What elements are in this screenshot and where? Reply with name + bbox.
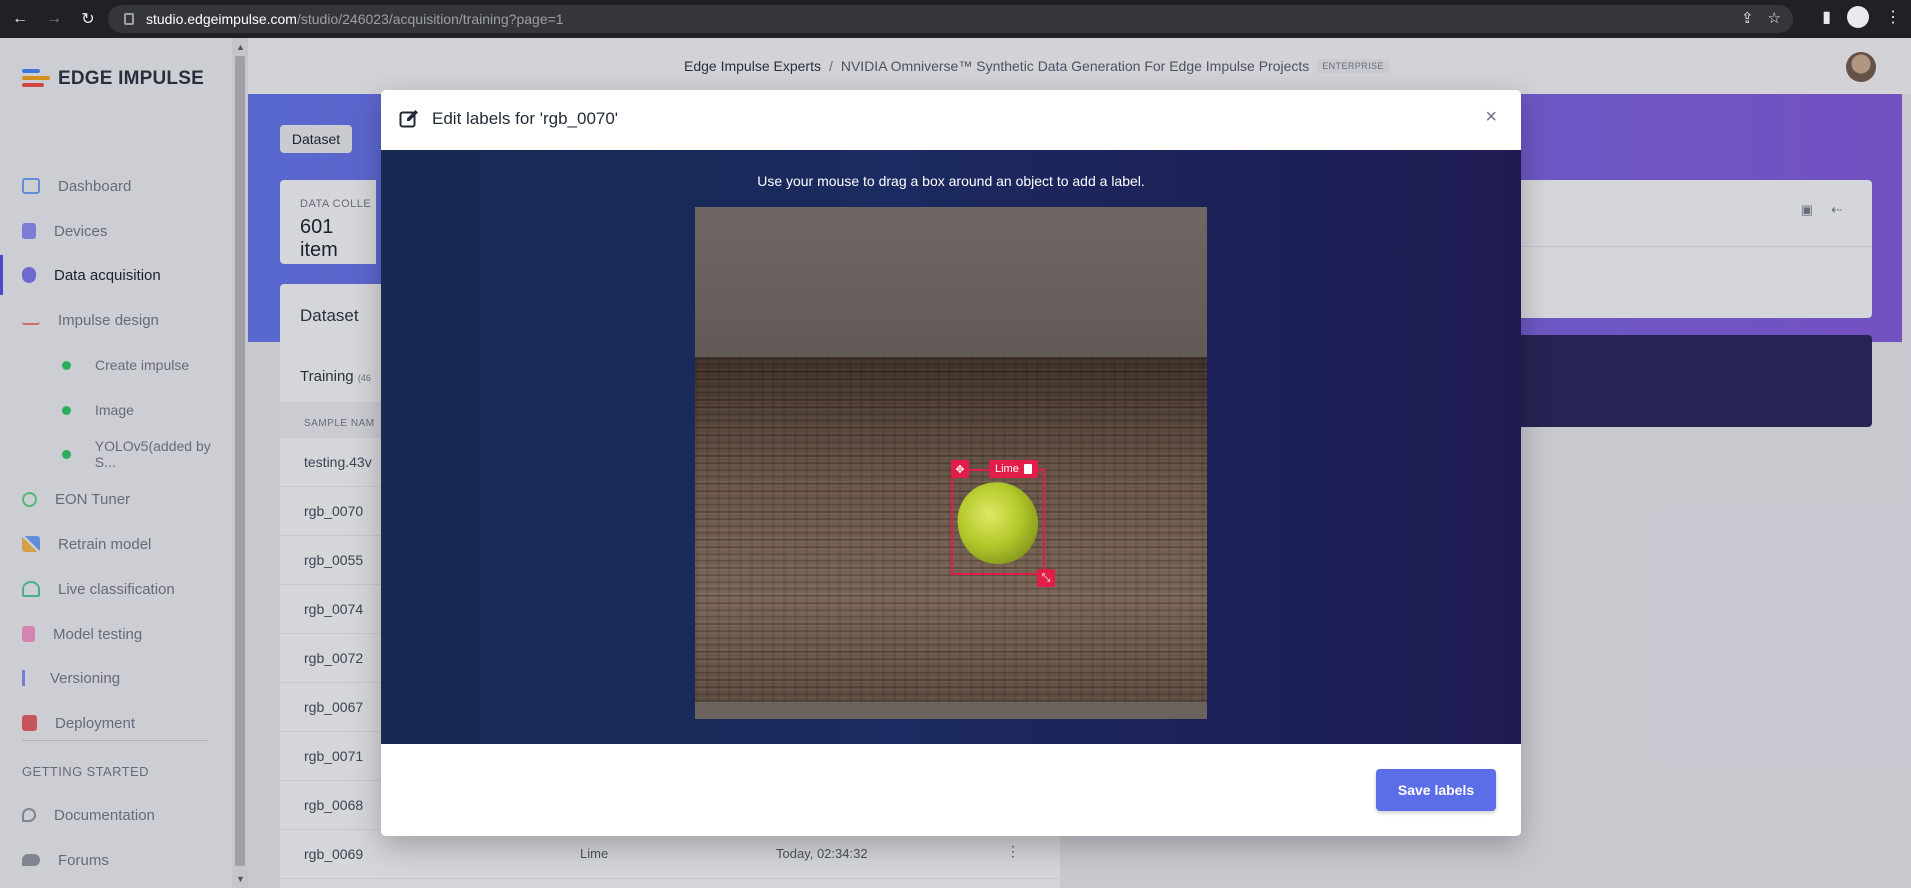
share-icon[interactable]: ⇪: [1741, 9, 1754, 27]
lock-icon: [124, 13, 134, 25]
image-bottom-edge: [695, 702, 1207, 719]
reload-icon[interactable]: ↻: [74, 5, 102, 33]
url-path: /studio/246023/acquisition/training?page…: [296, 11, 564, 27]
edit-icon: [399, 110, 418, 128]
save-labels-button[interactable]: Save labels: [1376, 769, 1496, 811]
instructions: Use your mouse to drag a box around an o…: [757, 173, 1145, 189]
back-arrow-icon[interactable]: ←: [6, 5, 34, 33]
browser-toolbar: ← → ↻ studio.edgeimpulse.com /studio/246…: [0, 0, 1911, 38]
box-label-tag[interactable]: Lime: [989, 460, 1038, 478]
sidebar-toggle-icon[interactable]: ▮: [1822, 7, 1831, 27]
forward-arrow-icon[interactable]: →: [40, 5, 68, 33]
modal-header: Edit labels for 'rgb_0070' ×: [381, 90, 1521, 150]
bounding-box[interactable]: ✥ Lime ⤡: [951, 460, 1055, 587]
kebab-menu-icon[interactable]: ⋮: [1885, 7, 1901, 27]
address-bar[interactable]: studio.edgeimpulse.com /studio/246023/ac…: [108, 5, 1793, 33]
move-icon[interactable]: ✥: [951, 460, 969, 478]
trash-icon[interactable]: [1023, 464, 1032, 474]
image-background: [695, 207, 1207, 357]
modal-footer: Save labels: [381, 744, 1521, 836]
modal-title: Edit labels for 'rgb_0070': [432, 109, 619, 128]
edit-labels-modal: Edit labels for 'rgb_0070' × Use your mo…: [381, 90, 1521, 836]
box-label: Lime: [995, 463, 1019, 475]
close-icon[interactable]: ×: [1485, 106, 1497, 129]
url-host: studio.edgeimpulse.com: [146, 11, 297, 27]
resize-icon[interactable]: ⤡: [1037, 569, 1055, 587]
star-icon[interactable]: ☆: [1768, 9, 1781, 27]
labeling-canvas[interactable]: ✥ Lime ⤡: [695, 207, 1207, 719]
profile-icon[interactable]: [1847, 6, 1869, 28]
modal-body: Use your mouse to drag a box around an o…: [381, 150, 1521, 744]
